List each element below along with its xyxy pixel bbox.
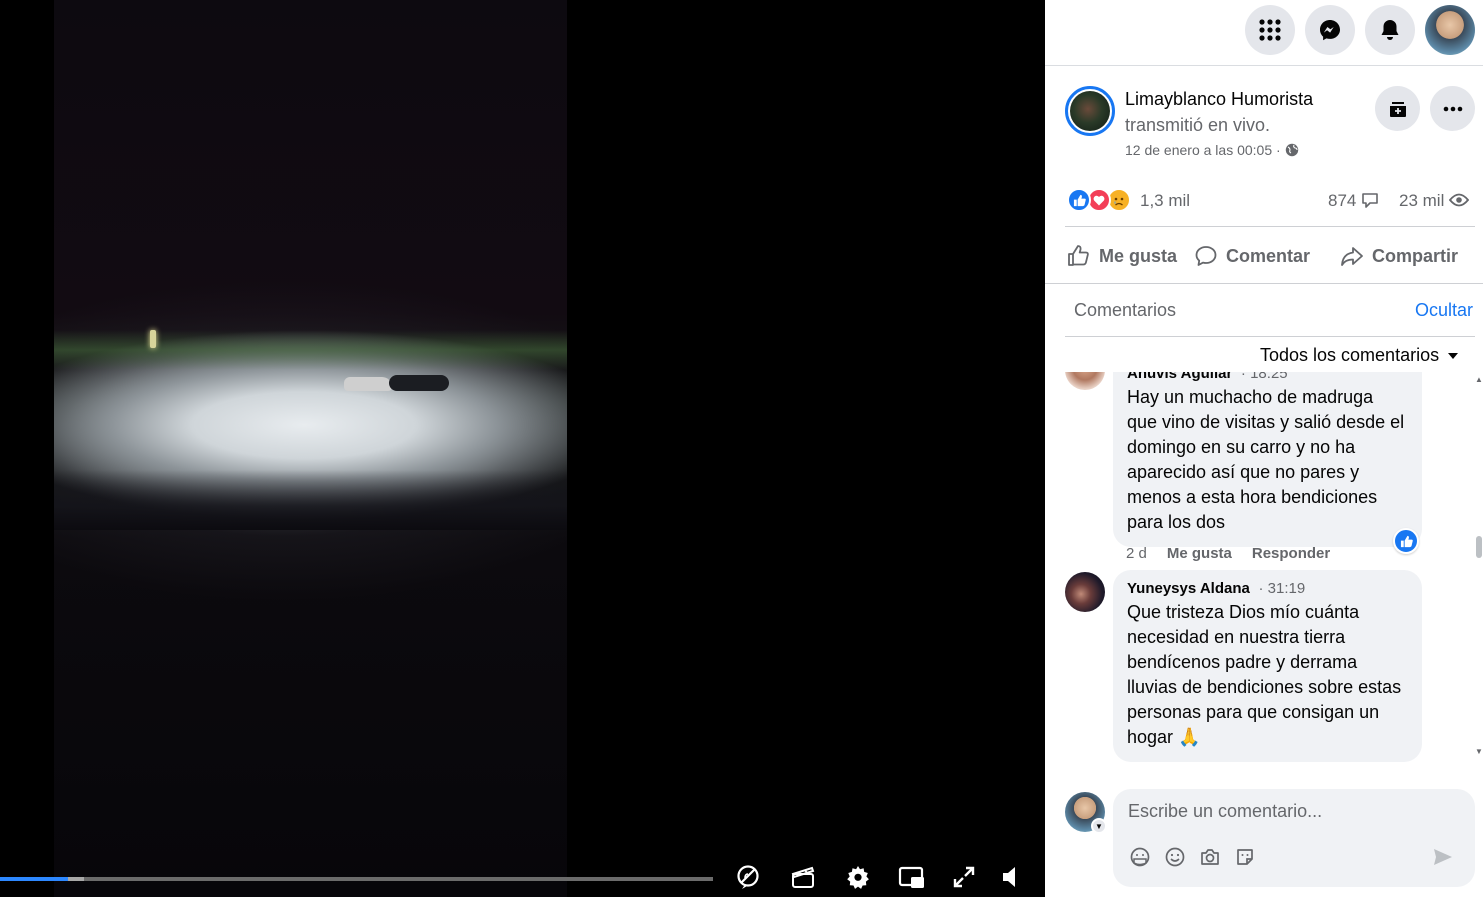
top-bar <box>1045 0 1483 66</box>
video-frame[interactable] <box>54 0 567 897</box>
car-hood <box>54 470 567 530</box>
view-count[interactable]: 23 mil <box>1399 191 1470 211</box>
commenter-avatar[interactable] <box>1065 572 1105 612</box>
sticker-icon[interactable] <box>1233 845 1257 869</box>
share-button-label: Compartir <box>1372 245 1459 266</box>
post-side-panel: Limayblanco Humorista transmitió en vivo… <box>1045 0 1483 897</box>
camera-icon[interactable] <box>1198 845 1222 869</box>
comment-time-value[interactable]: 31:19 <box>1268 580 1306 597</box>
comment-time-value[interactable]: 18:25 <box>1250 372 1288 382</box>
view-count-value[interactable]: 23 mil <box>1399 191 1444 210</box>
comments-heading: Comentarios <box>1074 300 1177 320</box>
date-separator: · <box>1276 142 1281 158</box>
comment-time: · 18:25 <box>1237 372 1288 382</box>
comments-list[interactable]: Anuvis Aguilar · 18:25 Hay un muchacho d… <box>1045 372 1483 764</box>
comments-scrollbar[interactable]: ▲ ▼ <box>1475 372 1483 764</box>
fullscreen-icon[interactable] <box>949 862 979 892</box>
divider <box>1065 336 1475 337</box>
send-icon[interactable] <box>1431 845 1455 869</box>
comment-like-link[interactable]: Me gusta <box>1167 545 1232 562</box>
comment-button-label: Comentar <box>1226 245 1311 266</box>
like-reaction-icon <box>1067 188 1091 212</box>
road-post <box>150 330 156 348</box>
post-action-text: transmitió en vivo. <box>1125 115 1271 135</box>
avatar-sticker-icon[interactable] <box>1128 845 1152 869</box>
comment-age[interactable]: 2 d <box>1126 545 1147 562</box>
like-button[interactable]: Me gusta <box>1067 240 1177 272</box>
messenger-icon[interactable] <box>1305 5 1355 55</box>
clapperboard-icon[interactable] <box>788 862 818 892</box>
captions-off-icon[interactable] <box>733 862 763 892</box>
divider <box>1045 283 1483 284</box>
page-name[interactable]: Limayblanco Humorista <box>1125 89 1313 110</box>
comment-text: Que tristeza Dios mío cuánta necesidad e… <box>1127 602 1402 747</box>
reaction-count[interactable]: 1,3 mil <box>1140 191 1190 211</box>
divider <box>1065 226 1475 227</box>
comment-button[interactable]: Comentar <box>1194 240 1310 272</box>
video-buffered <box>68 877 84 881</box>
commenter-name[interactable]: Yuneysys Aldana <box>1127 580 1250 597</box>
comment-bubble-icon <box>1362 193 1378 208</box>
emoji-icon[interactable] <box>1163 845 1187 869</box>
comment-composer <box>1113 789 1475 887</box>
road-object-dark <box>389 375 449 391</box>
comment-bubble: Yuneysys Aldana · 31:19 Que tristeza Dio… <box>1113 570 1422 762</box>
comment-like-badge-icon[interactable] <box>1393 528 1419 554</box>
more-options-icon[interactable] <box>1430 86 1475 131</box>
eye-icon <box>1448 193 1470 207</box>
like-button-label: Me gusta <box>1099 245 1178 266</box>
save-video-icon[interactable] <box>1375 86 1420 131</box>
comment-bubble: Anuvis Aguilar · 18:25 Hay un muchacho d… <box>1113 372 1422 547</box>
post-date-text[interactable]: 12 de enero a las 00:05 <box>1125 142 1272 158</box>
video-player[interactable] <box>0 0 1045 897</box>
comment-filter-dropdown[interactable]: Todos los comentarios <box>1260 345 1459 366</box>
comment-count-value[interactable]: 874 <box>1328 191 1356 210</box>
scrollbar-thumb[interactable] <box>1476 536 1482 558</box>
profile-avatar[interactable] <box>1425 5 1475 55</box>
share-button[interactable]: Compartir <box>1340 240 1458 272</box>
scroll-down-arrow-icon[interactable]: ▼ <box>1475 748 1483 756</box>
thumbs-up-icon <box>1068 245 1089 266</box>
mini-player-icon[interactable] <box>897 862 927 892</box>
page-avatar[interactable] <box>1065 86 1115 136</box>
video-progress-bar[interactable] <box>0 877 713 881</box>
notifications-icon[interactable] <box>1365 5 1415 55</box>
comment-icon <box>1195 246 1217 266</box>
post-date[interactable]: 12 de enero a las 00:05 · <box>1125 142 1299 158</box>
chevron-down-icon <box>1448 352 1459 359</box>
commenter-avatar[interactable] <box>1065 372 1105 390</box>
comment-input[interactable] <box>1128 801 1428 822</box>
roadside-grass <box>54 330 567 370</box>
comment-filter-label: Todos los comentarios <box>1260 345 1440 365</box>
comment-meta: 2 d Me gusta Responder <box>1126 545 1330 562</box>
menu-grid-icon[interactable] <box>1245 5 1295 55</box>
commenter-name[interactable]: Anuvis Aguilar <box>1127 372 1232 382</box>
globe-icon <box>1285 143 1298 157</box>
comment-count[interactable]: 874 <box>1328 191 1379 211</box>
scroll-up-arrow-icon[interactable]: ▲ <box>1475 376 1483 384</box>
video-played <box>0 877 68 881</box>
chevron-down-icon[interactable]: ▼ <box>1091 818 1107 834</box>
volume-icon[interactable] <box>996 862 1026 892</box>
comment-reply-link[interactable]: Responder <box>1252 545 1330 562</box>
settings-icon[interactable] <box>843 862 873 892</box>
share-icon <box>1341 247 1363 266</box>
road-object <box>344 377 392 391</box>
comment-text: Hay un muchacho de madruga que vino de v… <box>1127 387 1405 532</box>
comment-time: · 31:19 <box>1254 580 1306 597</box>
hide-comments-link[interactable]: Ocultar <box>1415 300 1473 321</box>
